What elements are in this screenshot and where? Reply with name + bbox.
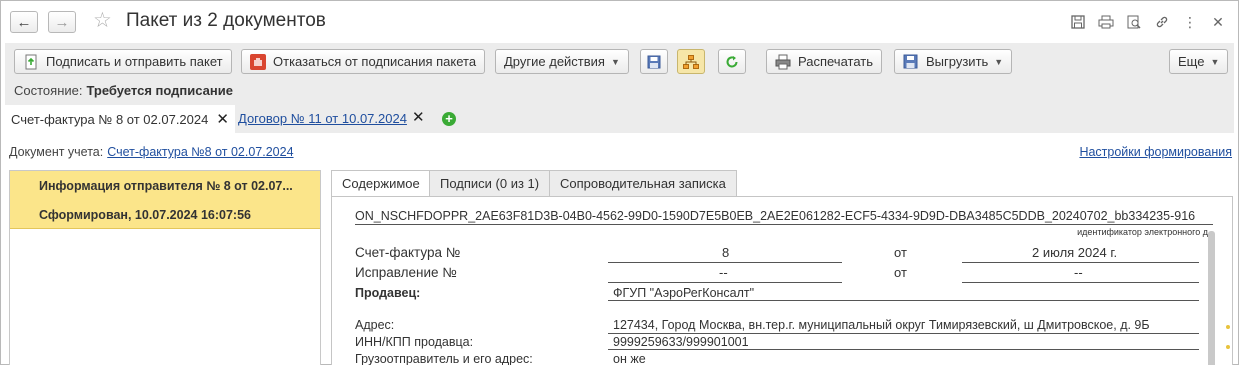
more-vertical-icon[interactable]: ⋮ [1176, 12, 1204, 32]
file-identifier-caption: идентификатор электронного д [1077, 227, 1208, 237]
shipper-label: Грузоотправитель и его адрес: [355, 352, 533, 365]
refresh-button[interactable] [718, 49, 746, 74]
shipper-value: он же [613, 352, 646, 365]
invoice-date: 2 июля 2024 г. [1032, 245, 1118, 260]
chevron-down-icon: ▼ [610, 56, 620, 67]
printer-icon [775, 54, 791, 70]
correction-from-label: от [894, 265, 907, 280]
document-package-window: ← → ☆ Пакет из 2 документов ⋮ ✕ Подписат… [0, 0, 1239, 365]
accounting-document-link[interactable]: Счет-фактура №8 от 02.07.2024 [107, 145, 293, 159]
list-item-sender-info[interactable]: Информация отправителя № 8 от 02.07... С… [10, 171, 320, 229]
other-actions-label: Другие действия [504, 54, 605, 69]
tab-invoice-label: Счет-фактура № 8 от 02.07.2024 [11, 111, 209, 127]
list-item-status: Сформирован, 10.07.2024 16:07:56 [39, 208, 251, 222]
state-label: Состояние: [14, 83, 83, 98]
more-button[interactable]: Еще ▼ [1169, 49, 1229, 74]
address-label: Адрес: [355, 318, 395, 332]
correction-label: Исправление № [355, 265, 457, 280]
hierarchy-icon [683, 54, 699, 69]
document-tabs: Счет-фактура № 8 от 02.07.2024 ✕ Договор… [5, 105, 1234, 133]
accounting-document-label: Документ учета: [9, 145, 104, 159]
close-tab-icon[interactable]: ✕ [216, 110, 229, 128]
arrow-left-icon: ← [16, 13, 32, 31]
seller-label: Продавец: [355, 286, 421, 300]
vertical-scrollbar[interactable] [1208, 231, 1215, 365]
chevron-down-icon: ▼ [994, 56, 1004, 67]
underline [608, 349, 1199, 350]
floppy-export-icon [903, 54, 919, 70]
tab-content[interactable]: Содержимое [331, 170, 431, 197]
document-parts-list: Информация отправителя № 8 от 02.07... С… [9, 170, 321, 365]
list-item-title: Информация отправителя № 8 от 02.07... [39, 179, 293, 193]
export-label: Выгрузить [926, 54, 989, 69]
close-icon[interactable]: ✕ [1204, 12, 1232, 32]
print-icon[interactable] [1092, 12, 1120, 32]
save-package-button[interactable] [640, 49, 668, 74]
seller-address: 127434, Город Москва, вн.тер.г. муниципа… [613, 318, 1150, 332]
chevron-down-icon: ▼ [1210, 56, 1220, 67]
favorite-star-icon[interactable]: ☆ [93, 8, 112, 33]
print-label: Распечатать [798, 54, 874, 69]
structure-view-button[interactable] [677, 49, 705, 74]
marker-dot [1226, 345, 1230, 349]
correction-number: -- [719, 265, 728, 280]
save-icon[interactable] [1064, 12, 1092, 32]
correction-date: -- [1074, 265, 1083, 280]
preview-icon[interactable] [1120, 12, 1148, 32]
tab-contract[interactable]: Договор № 11 от 10.07.2024 [238, 111, 407, 126]
underline [962, 282, 1199, 283]
underline [608, 300, 1199, 301]
window-title: Пакет из 2 документов [126, 10, 326, 31]
forward-button[interactable]: → [48, 11, 76, 33]
sign-and-send-button[interactable]: Подписать и отправить пакет [14, 49, 232, 74]
add-document-icon[interactable]: + [442, 112, 456, 126]
file-identifier: ON_NSCHFDOPPR_2AE63F81D3B-04B0-4562-99D0… [355, 209, 1196, 223]
title-actions: ⋮ ✕ [1064, 12, 1232, 32]
sign-document-icon [23, 54, 39, 70]
more-label: Еще [1178, 54, 1205, 69]
package-state: Состояние: Требуется подписание [14, 83, 233, 98]
invoice-preview: ON_NSCHFDOPPR_2AE63F81D3B-04B0-4562-99D0… [331, 196, 1233, 365]
export-button[interactable]: Выгрузить ▼ [894, 49, 1013, 74]
refresh-icon [726, 55, 738, 67]
other-actions-button[interactable]: Другие действия ▼ [495, 49, 629, 74]
invoice-number: 8 [722, 245, 730, 260]
tab-invoice[interactable]: Счет-фактура № 8 от 02.07.2024 ✕ [5, 105, 235, 133]
stop-hand-icon [250, 53, 266, 70]
refuse-signing-label: Отказаться от подписания пакета [273, 54, 477, 69]
close-tab-icon[interactable]: ✕ [412, 108, 425, 126]
back-button[interactable]: ← [10, 11, 38, 33]
print-button[interactable]: Распечатать [766, 49, 883, 74]
generation-settings-link[interactable]: Настройки формирования [1079, 145, 1232, 159]
state-value: Требуется подписание [86, 83, 233, 98]
tab-signatures[interactable]: Подписи (0 из 1) [429, 170, 551, 197]
title-bar: ← → ☆ Пакет из 2 документов ⋮ ✕ [1, 1, 1238, 41]
sign-and-send-label: Подписать и отправить пакет [46, 54, 223, 69]
underline [962, 262, 1199, 263]
arrow-right-icon: → [54, 13, 70, 31]
invoice-number-label: Счет-фактура № [355, 245, 461, 260]
floppy-icon [647, 55, 661, 68]
underline [608, 282, 842, 283]
marker-dot [1226, 325, 1230, 329]
from-label: от [894, 245, 907, 260]
divider [355, 224, 1213, 225]
seller-inn: 9999259633/999901001 [613, 335, 749, 349]
underline [608, 262, 842, 263]
refuse-signing-button[interactable]: Отказаться от подписания пакета [241, 49, 486, 74]
tab-cover-note[interactable]: Сопроводительная записка [549, 170, 737, 197]
underline [608, 333, 1199, 334]
seller-name: ФГУП "АэроРегКонсалт" [613, 286, 755, 300]
inn-label: ИНН/КПП продавца: [355, 335, 474, 349]
link-icon[interactable] [1148, 12, 1176, 32]
accounting-document: Документ учета: Счет-фактура №8 от 02.07.… [9, 145, 294, 159]
